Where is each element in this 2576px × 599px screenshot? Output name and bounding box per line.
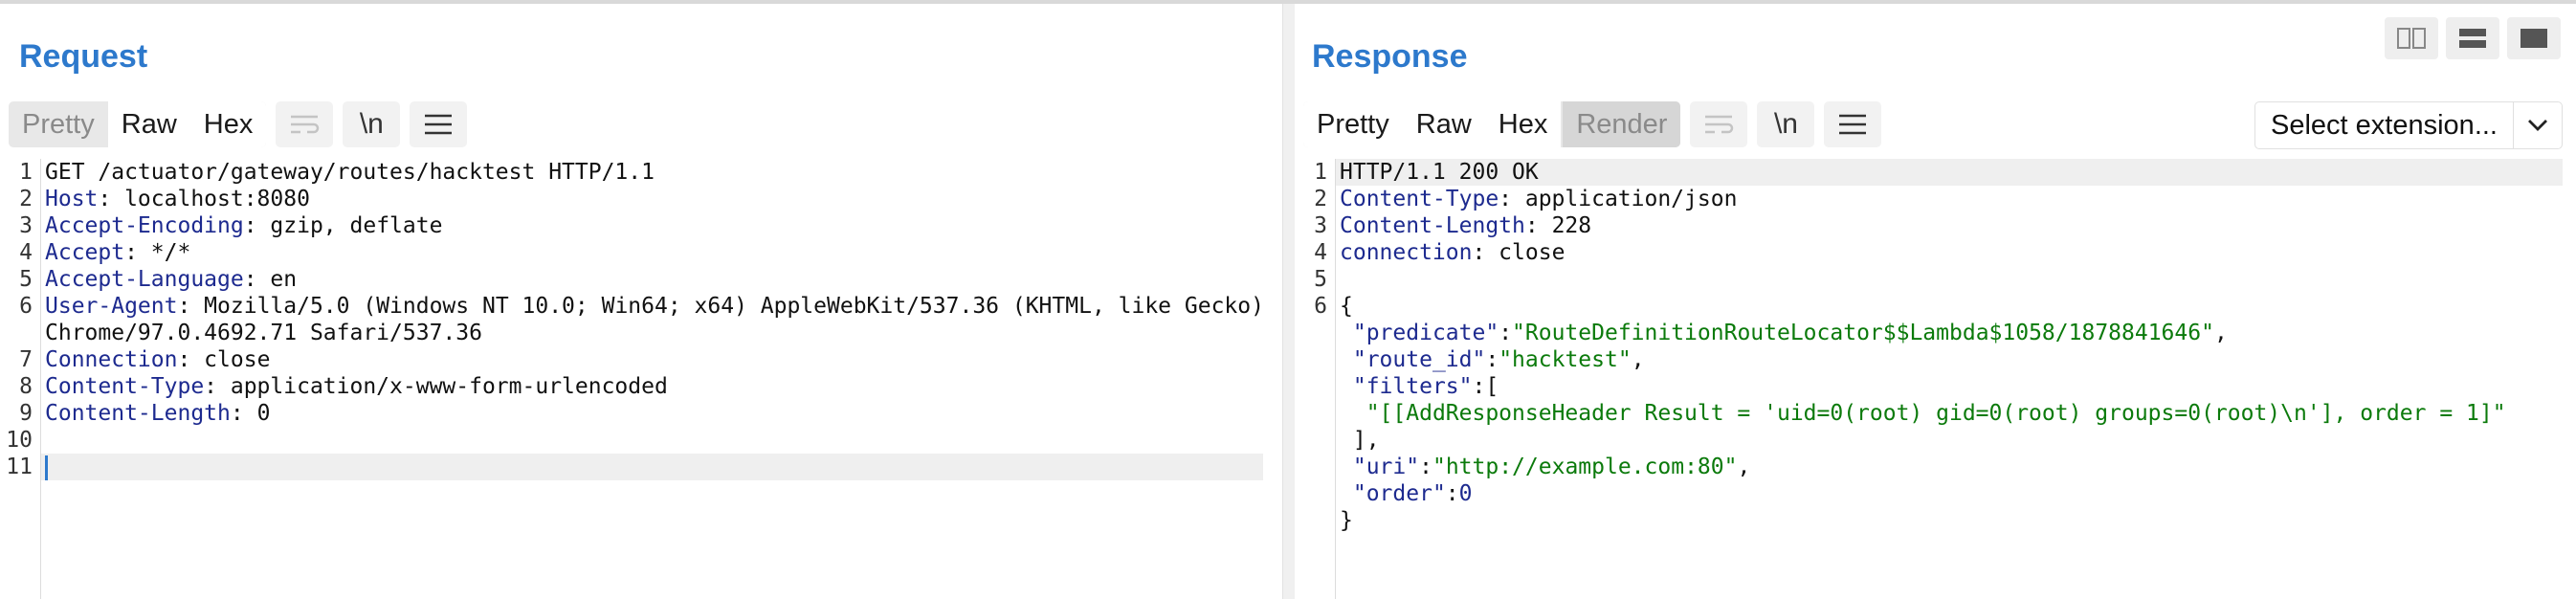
request-line: 5 Accept-Language: en (19, 267, 298, 292)
response-menu-button[interactable] (1824, 101, 1882, 147)
response-json-line: "filters":[ (1352, 374, 1499, 399)
response-tab-render[interactable]: Render (1563, 101, 1681, 147)
request-line: Chrome/97.0.4692.71 Safari/537.36 (45, 321, 482, 345)
request-editor[interactable]: 1 GET /actuator/gateway/routes/hacktest H… (0, 159, 1282, 599)
layout-single-button[interactable] (2507, 17, 2561, 59)
response-tab-hex[interactable]: Hex (1484, 101, 1562, 147)
layout-toggle-group (2377, 17, 2561, 59)
menu-icon (1839, 114, 1867, 135)
request-title: Request (19, 38, 148, 75)
request-line: 8 Content-Type: application/x-www-form-ur… (19, 374, 668, 399)
request-line: 11 (0, 454, 1282, 480)
request-toolbar: Pretty Raw Hex \n (9, 101, 468, 147)
layout-side-by-side-button[interactable] (2385, 17, 2438, 59)
response-line: 1 HTTP/1.1 200 OK (1314, 160, 1539, 185)
response-view-tabs: Pretty Raw Hex Render (1303, 101, 1681, 147)
response-json-line: "uri":"http://example.com:80", (1352, 455, 1751, 479)
text-caret (45, 455, 48, 480)
wrap-lines-icon (291, 115, 320, 134)
layout-stacked-button[interactable] (2446, 17, 2499, 59)
layout-side-by-side-icon (2397, 28, 2426, 49)
request-view-tabs: Pretty Raw Hex (9, 101, 267, 147)
response-toolbar: Pretty Raw Hex Render \n (1303, 101, 1882, 147)
response-json-line: ], (1352, 428, 1380, 453)
request-line: 4 Accept: */* (19, 240, 191, 265)
response-tab-pretty[interactable]: Pretty (1303, 101, 1403, 147)
layout-stacked-icon (2459, 29, 2486, 48)
wrap-lines-button[interactable] (276, 101, 334, 147)
response-line: 3 Content-Length: 228 (1314, 213, 1592, 238)
request-line: 1 GET /actuator/gateway/routes/hacktest H… (19, 160, 655, 185)
response-title: Response (1312, 38, 1468, 75)
response-pane: Response Pretty Raw Hex Render \n Select… (1295, 4, 2576, 599)
response-json-line: "[[AddResponseHeader Result = 'uid=0(roo… (1366, 401, 2506, 426)
response-lines: 1 HTTP/1.1 200 OK 2 Content-Type: applicat… (1295, 159, 2576, 534)
newline-icon: \n (1773, 108, 1798, 140)
layout-single-icon (2520, 29, 2547, 48)
response-json-line: } (1340, 508, 1353, 533)
request-line: 3 Accept-Encoding: gzip, deflate (19, 213, 443, 238)
wrap-lines-icon (1705, 115, 1734, 134)
request-menu-button[interactable] (410, 101, 468, 147)
menu-icon (425, 114, 453, 135)
select-extension-arrow[interactable] (2513, 102, 2562, 148)
response-line: 6{ (1314, 294, 1353, 319)
pane-divider[interactable] (1282, 4, 1296, 599)
newline-icon: \n (359, 108, 384, 140)
request-lines: 1 GET /actuator/gateway/routes/hacktest H… (0, 159, 1282, 480)
request-tab-hex[interactable]: Hex (189, 101, 267, 147)
response-tab-raw[interactable]: Raw (1402, 101, 1485, 147)
request-line: 6 User-Agent: Mozilla/5.0 (Windows NT 10.… (19, 294, 1264, 319)
response-line: 5 (1314, 267, 1327, 292)
response-newline-toggle-button[interactable]: \n (1757, 101, 1815, 147)
select-extension-dropdown[interactable]: Select extension... (2254, 101, 2563, 149)
response-json-line: "order":0 (1352, 481, 1473, 506)
select-extension-label: Select extension... (2271, 109, 2498, 141)
request-tab-pretty[interactable]: Pretty (9, 101, 108, 147)
chevron-down-icon (2528, 120, 2547, 131)
request-line: 10 (6, 428, 33, 453)
response-json-line: "route_id":"hacktest", (1352, 347, 1645, 372)
newline-toggle-button[interactable]: \n (343, 101, 401, 147)
response-editor[interactable]: 1 HTTP/1.1 200 OK 2 Content-Type: applicat… (1295, 159, 2576, 599)
response-json-line: "predicate":"RouteDefinitionRouteLocator… (1352, 321, 2228, 345)
request-line: 2 Host: localhost:8080 (19, 187, 310, 211)
response-line: 4 connection: close (1314, 240, 1566, 265)
request-line: 9 Content-Length: 0 (19, 401, 271, 426)
response-wrap-lines-button[interactable] (1690, 101, 1748, 147)
request-line: 7 Connection: close (19, 347, 271, 372)
request-tab-raw[interactable]: Raw (107, 101, 190, 147)
response-line: 2 Content-Type: application/json (1314, 187, 1738, 211)
request-pane: Request Pretty Raw Hex \n 1 GET /actuato… (0, 4, 1282, 599)
